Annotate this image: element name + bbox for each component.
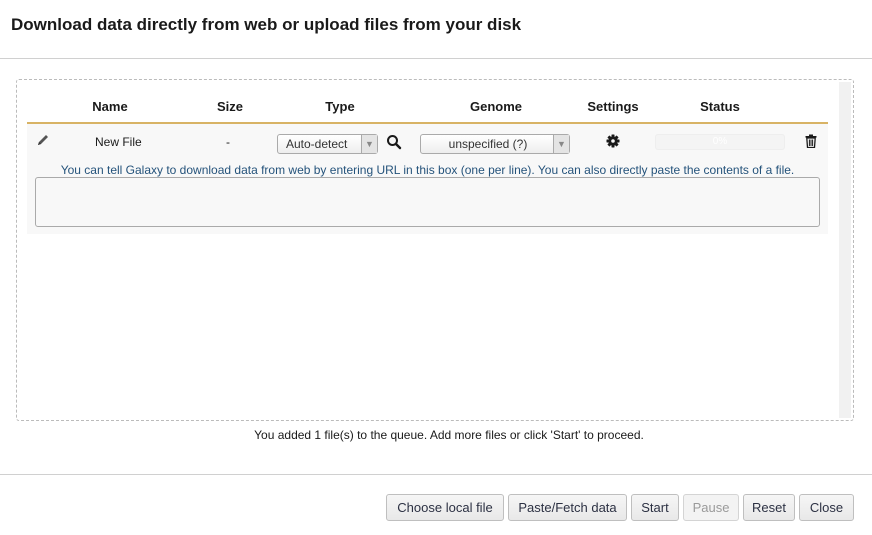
trash-icon[interactable] — [805, 134, 817, 149]
close-button[interactable]: Close — [799, 494, 854, 521]
column-header-size: Size — [216, 99, 243, 114]
column-header-settings: Settings — [587, 99, 639, 114]
gear-icon[interactable] — [606, 134, 620, 148]
modal-header: Download data directly from web or uploa… — [0, 0, 872, 59]
type-select-value: Auto-detect — [286, 137, 348, 151]
modal-title: Download data directly from web or uploa… — [11, 15, 522, 34]
scrollbar[interactable] — [839, 82, 851, 418]
genome-select[interactable]: unspecified (?) ▼ — [420, 134, 570, 154]
footer-divider — [0, 474, 872, 475]
genome-select-value: unspecified (?) — [448, 137, 528, 151]
reset-button[interactable]: Reset — [743, 494, 795, 521]
paste-fetch-button[interactable]: Paste/Fetch data — [508, 494, 627, 521]
column-header-type: Type — [325, 99, 355, 114]
start-button[interactable]: Start — [631, 494, 679, 521]
upload-progress-bar: 0% — [655, 134, 785, 150]
file-name: New File — [95, 135, 142, 149]
paste-hint-text: You can tell Galaxy to download data fro… — [60, 163, 795, 177]
choose-local-file-button[interactable]: Choose local file — [386, 494, 504, 521]
queue-status-message: You added 1 file(s) to the queue. Add mo… — [254, 428, 644, 442]
search-icon[interactable] — [386, 134, 402, 150]
type-select[interactable]: Auto-detect ▼ — [277, 134, 378, 154]
chevron-down-icon: ▼ — [361, 135, 377, 153]
column-header-genome: Genome — [469, 99, 522, 114]
column-header-name: Name — [92, 99, 128, 114]
pencil-icon[interactable] — [36, 133, 50, 147]
file-size: - — [226, 135, 230, 149]
url-paste-textarea[interactable] — [35, 177, 820, 227]
chevron-down-icon: ▼ — [553, 135, 569, 153]
column-header-status: Status — [700, 99, 740, 114]
pause-button[interactable]: Pause — [683, 494, 739, 521]
